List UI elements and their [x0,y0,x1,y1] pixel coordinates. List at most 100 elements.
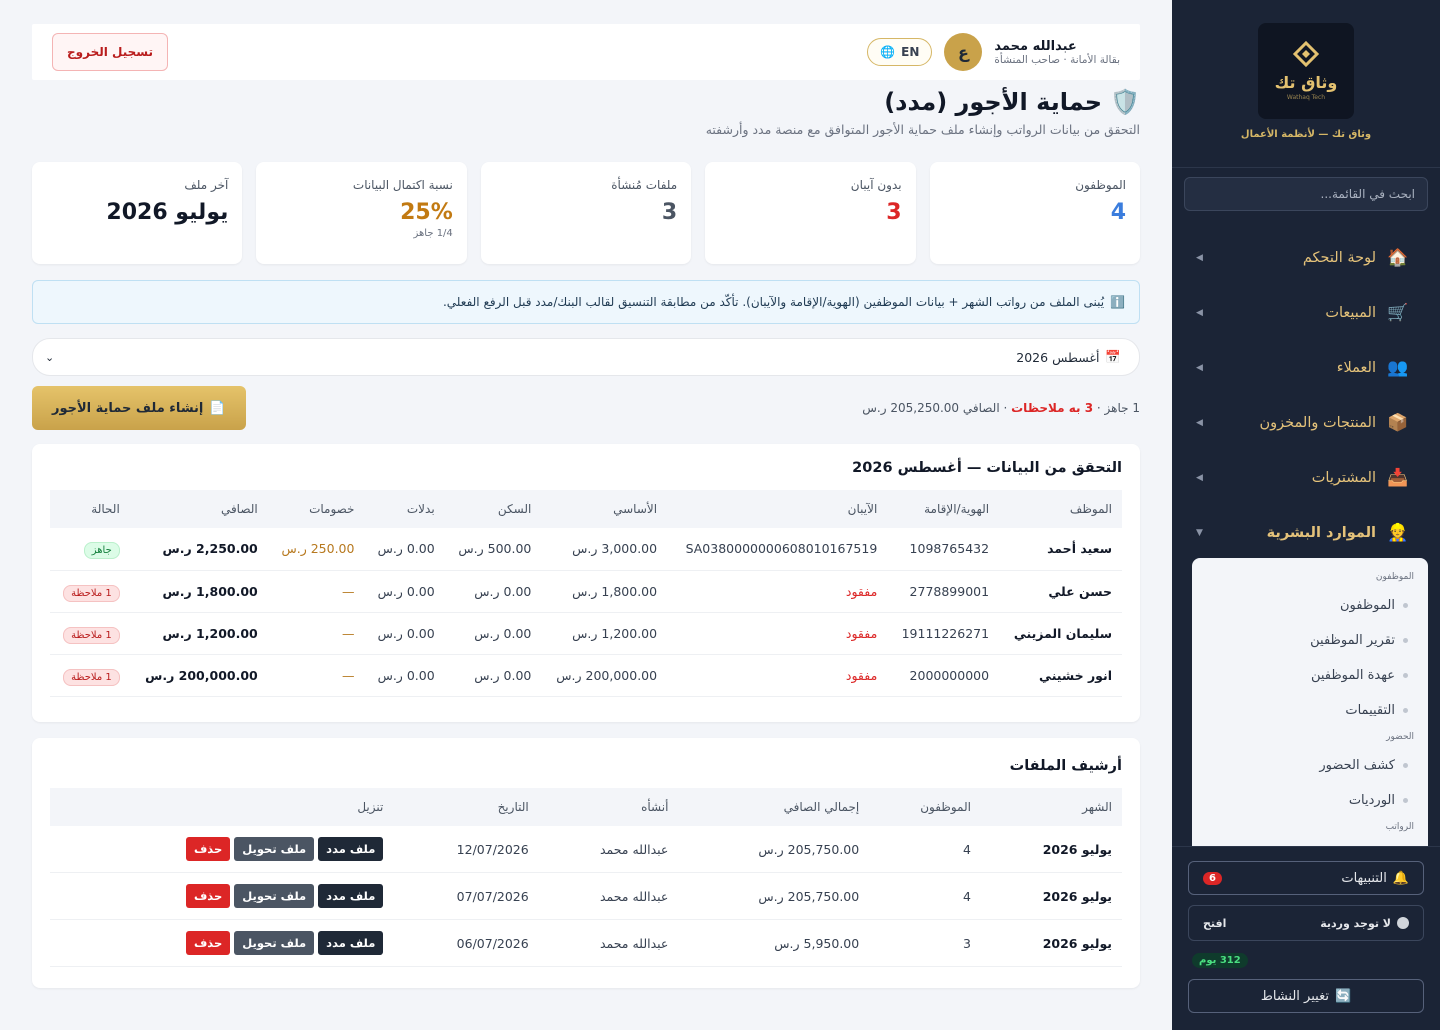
month-select-value-wrap: 📅 أغسطس 2026 [1016,349,1121,365]
sidebar-item-products[interactable]: 📦 المنتجات والمخزون ◀ [1172,395,1440,450]
sidebar-item-label: المنتجات والمخزون [1259,414,1376,431]
submenu-item-custody[interactable]: عهدة الموظفين [1192,658,1428,693]
validation-table: الموظف الهوية/الإقامة الآيبان الأساسي ال… [50,490,1122,697]
generate-wps-file-button[interactable]: 📄 إنشاء ملف حماية الأجور [32,386,246,430]
sidebar-item-label: المشتريات [1311,469,1376,486]
topbar: عبدالله محمد بقالة الأمانة · صاحب المنشأ… [32,24,1140,80]
total-net-cell: 205,750.00 ر.س [678,872,870,920]
home-icon: 🏠 [1387,247,1409,268]
stat-value: 4 [1110,200,1126,225]
sidebar-item-dashboard[interactable]: 🏠 لوحة التحكم ◀ [1172,230,1440,285]
sidebar-item-label: الموارد البشرية [1266,524,1376,541]
month-select[interactable]: 📅 أغسطس 2026 ⌄ [32,338,1140,376]
sidebar-item-hr[interactable]: 👷 الموارد البشرية ▼ [1172,505,1440,560]
column-header: الموظفون [869,788,981,826]
open-shift-button[interactable]: افتح [1203,917,1226,930]
mudad-file-button[interactable]: ملف مدد [318,931,384,955]
submenu-item-label: الورديات [1348,793,1395,808]
column-header: الصافي [129,490,268,528]
submenu-item-attendance[interactable]: كشف الحضور [1192,748,1428,783]
users-icon: 👥 [1387,357,1409,378]
submenu-group-label: الحضور [1386,732,1414,742]
submenu-item-label: عهدة الموظفين [1310,668,1395,683]
stat-label: نسبة اكتمال البيانات [352,178,453,192]
user-area: عبدالله محمد بقالة الأمانة · صاحب المنشأ… [867,33,1120,71]
date-cell: 07/07/2026 [393,872,539,920]
basic-cell: 1,200.00 ر.س [541,612,668,655]
net-cell: 200,000.00 ر.س [129,654,268,697]
bell-icon: 🔔 [1392,870,1409,886]
sidebar-search-input[interactable]: ابحث في القائمة... [1184,177,1428,211]
alerts-button[interactable]: 🔔 التنبيهات 6 [1188,861,1424,895]
transfer-file-button[interactable]: ملف تحويل [234,884,315,908]
bullet-icon [1403,603,1408,608]
transfer-file-button[interactable]: ملف تحويل [234,931,315,955]
sidebar-item-purchases[interactable]: 📥 المشتريات ◀ [1172,450,1440,505]
column-header: السكن [444,490,542,528]
net-cell: 2,250.00 ر.س [129,528,268,571]
logo-mark-icon [1292,41,1320,68]
status-cell: جاهز [50,528,130,571]
sidebar-item-customers[interactable]: 👥 العملاء ◀ [1172,340,1440,395]
submenu-item-shifts[interactable]: الورديات [1192,783,1428,818]
alerts-count-badge: 6 [1203,871,1222,885]
iban-cell: مفقود [667,570,888,613]
housing-cell: 500.00 ر.س [444,528,542,571]
bullet-icon [1403,798,1408,803]
download-cell: ملف مدد ملف تحويل حذف [50,872,394,920]
submenu-group-label: الموظفون [1375,572,1414,582]
basic-cell: 200,000.00 ر.س [541,654,668,697]
table-row: يوليو 2026 3 5,950.00 ر.س عبدالله محمد 06/07… [50,919,1122,967]
info-text: يُبنى الملف من رواتب الشهر + بيانات المو… [442,295,1105,309]
allowances-cell: 0.00 ر.س [364,654,445,697]
validation-title: التحقق من البيانات — أغسطس 2026 [852,460,1122,476]
archive-table: الشهر الموظفون إجمالي الصافي أنشأه التار… [50,788,1122,967]
net-cell: 1,800.00 ر.س [129,570,268,613]
sidebar-item-sales[interactable]: 🛒 المبيعات ◀ [1172,285,1440,340]
user-name: عبدالله محمد [994,38,1077,54]
mudad-file-button[interactable]: ملف مدد [318,837,384,861]
table-row: حسن علي 2778899001 مفقود 1,800.00 ر.س 0.00 ر… [50,570,1122,613]
delete-button[interactable]: حذف [185,884,231,908]
avatar[interactable]: ع [944,33,983,71]
sidebar-nav: 🏠 لوحة التحكم ◀ 🛒 المبيعات ◀ 👥 العملاء ◀… [1172,230,1440,560]
table-header-row: الموظف الهوية/الإقامة الآيبان الأساسي ال… [50,490,1122,528]
summary-warnings: 3 به ملاحظات [1011,401,1094,415]
language-toggle-button[interactable]: EN 🌐 [867,38,933,66]
stats-row: الموظفون 4 بدون آيبان 3 ملفات مُنشأة 3 ن… [31,162,1140,264]
transfer-file-button[interactable]: ملف تحويل [234,837,315,861]
employees-cell: 4 [869,872,981,920]
deductions-cell: — [267,654,365,697]
download-cell: ملف مدد ملف تحويل حذف [50,826,394,873]
table-row: يوليو 2026 4 205,750.00 ر.س عبدالله محمد 07/… [50,872,1122,920]
info-banner: ℹ️ يُبنى الملف من رواتب الشهر + بيانات ا… [32,280,1140,324]
chevron-left-icon: ◀ [1196,252,1203,263]
change-activity-button[interactable]: 🔄 تغيير النشاط [1188,979,1424,1013]
month-cell: يوليو 2026 [980,919,1122,967]
stat-card-no-iban: بدون آيبان 3 [705,162,916,264]
submenu-item-employees[interactable]: الموظفون [1192,588,1428,623]
shift-status: لا توجد وردية افتح [1188,905,1424,941]
stat-note: 1/4 جاهز [413,228,453,239]
summary-net: · الصافي 205,250.00 ر.س [862,401,1012,415]
validation-table-body: سعيد أحمد 1098765432 SA0380000000608010167… [50,528,1122,697]
submenu-item-evaluations[interactable]: التقييمات [1192,693,1428,728]
bullet-icon [1403,673,1408,678]
delete-button[interactable]: حذف [185,931,231,955]
status-cell: 1 ملاحظة [50,654,130,697]
page-title: حماية الأجور (مدد) [884,88,1103,116]
date-cell: 12/07/2026 [393,826,539,873]
submenu-item-employee-report[interactable]: تقرير الموظفين [1192,623,1428,658]
sidebar: وثاق تك Wathaq Tech وثاق تك — لأنظمة الأ… [1172,0,1440,1030]
stat-card-files-created: ملفات مُنشأة 3 [480,162,692,264]
logout-button[interactable]: تسجيل الخروج [52,33,168,71]
delete-button[interactable]: حذف [185,837,231,861]
column-header: الآيبان [667,490,888,528]
status-dot-icon [1397,917,1409,929]
cart-icon: 🛒 [1387,302,1409,323]
logo[interactable]: وثاق تك Wathaq Tech [1258,23,1354,119]
date-cell: 06/07/2026 [393,919,539,967]
mudad-file-button[interactable]: ملف مدد [318,884,384,908]
submenu-item-label: الموظفون [1340,598,1395,613]
chevron-left-icon: ◀ [1196,307,1203,318]
